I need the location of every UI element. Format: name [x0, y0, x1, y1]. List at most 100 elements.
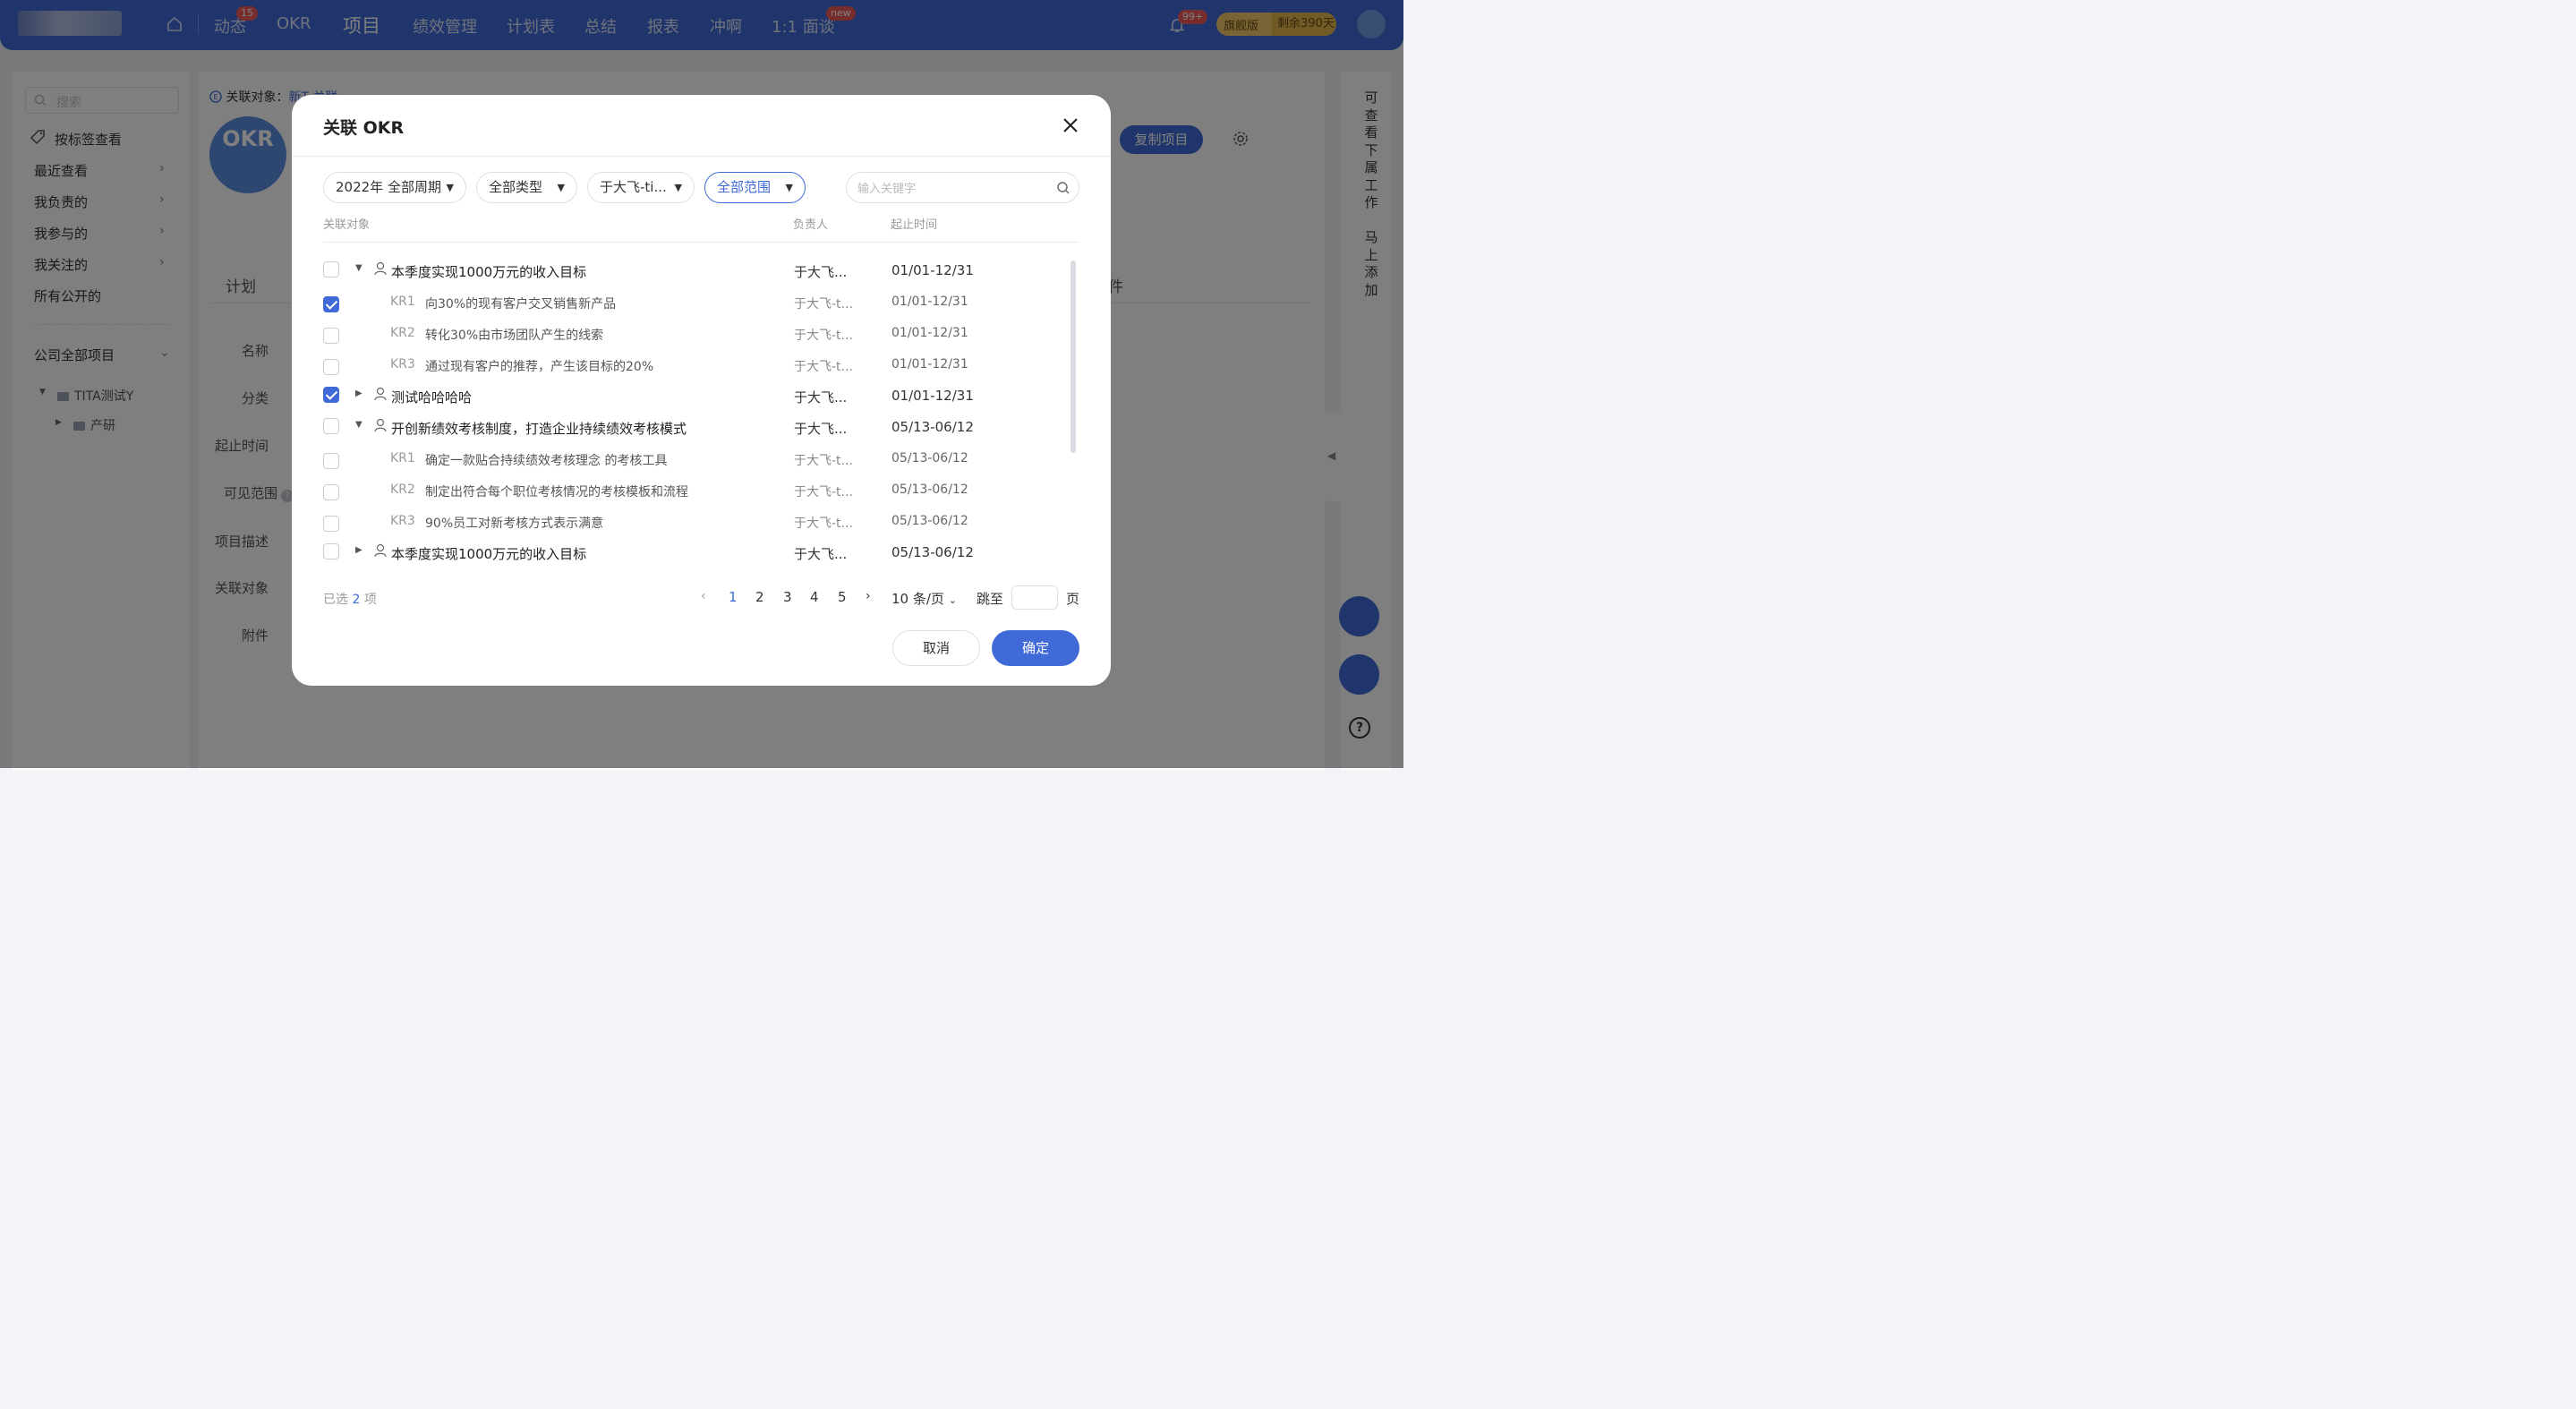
key-result-row[interactable]: KR1 确定一款贴合持续绩效考核理念 的考核工具 于大飞-t... 05/13-06/… — [323, 444, 1079, 475]
row-checkbox[interactable] — [323, 387, 339, 403]
row-owner: 于大飞-t... — [794, 329, 853, 343]
page-3[interactable]: 3 — [783, 589, 792, 605]
row-owner: 于大飞... — [794, 389, 848, 406]
cancel-button[interactable]: 取消 — [892, 630, 980, 666]
scope-filter[interactable]: 全部范围 ▼ — [704, 172, 806, 203]
row-date: 01/01-12/31 — [891, 295, 968, 309]
row-owner: 于大飞... — [794, 546, 848, 562]
scope-filter-value: 全部范围 — [717, 179, 772, 195]
link-okr-dialog: 关联 OKR 2022年 全部周期 ▼ 全部类型 ▼ 于大飞-ti... ▼ 全部范围… — [292, 95, 1111, 686]
key-result-row[interactable]: KR3 90%员工对新考核方式表示满意 于大飞-t... 05/13-06/12 — [323, 507, 1079, 538]
row-checkbox[interactable] — [323, 418, 339, 434]
row-owner: 于大飞... — [794, 264, 848, 280]
row-date: 05/13-06/12 — [891, 514, 968, 528]
page-size-value: 10 条/页 — [891, 591, 944, 607]
type-filter-value: 全部类型 — [489, 179, 543, 195]
kr-tag: KR3 — [390, 514, 415, 528]
row-checkbox[interactable] — [323, 359, 339, 375]
key-result-row[interactable]: KR2 转化30%由市场团队产生的线索 于大飞-t... 01/01-12/31 — [323, 319, 1079, 350]
period-filter-value: 2022年 全部周期 — [336, 179, 441, 195]
person-icon — [374, 261, 387, 276]
chevron-down-icon: ⌄ — [948, 594, 957, 606]
kr-title: 通过现有客户的推荐，产生该目标的20% — [425, 360, 654, 374]
row-date: 01/01-12/31 — [891, 262, 974, 278]
person-icon — [374, 387, 387, 401]
list-scrollbar[interactable] — [1070, 260, 1076, 453]
collapse-arrow-icon[interactable]: ▼ — [355, 263, 363, 273]
search-icon[interactable] — [1056, 181, 1070, 195]
owner-filter-value: 于大飞-ti... — [600, 179, 667, 195]
close-icon[interactable] — [1060, 115, 1081, 136]
objective-row[interactable]: ▶ 本季度实现1000万元的收入目标 于大飞... 05/13-06/12 — [323, 538, 1079, 569]
kr-tag: KR3 — [390, 357, 415, 371]
kr-title: 确定一款贴合持续绩效考核理念 的考核工具 — [425, 454, 668, 468]
objective-title: 本季度实现1000万元的收入目标 — [391, 546, 587, 562]
selected-suffix: 项 — [363, 593, 377, 607]
row-date: 05/13-06/12 — [891, 419, 974, 435]
expand-arrow-icon[interactable]: ▶ — [355, 389, 363, 398]
row-owner: 于大飞-t... — [794, 485, 853, 500]
header-object: 关联对象 — [323, 218, 371, 232]
page-4[interactable]: 4 — [810, 589, 819, 605]
row-date: 01/01-12/31 — [891, 326, 968, 340]
row-date: 05/13-06/12 — [891, 482, 968, 497]
keyword-input[interactable] — [857, 179, 1045, 197]
jump-page-input[interactable] — [1011, 585, 1058, 610]
kr-title: 制定出符合每个职位考核情况的考核模板和流程 — [425, 485, 688, 500]
selected-number: 2 — [352, 593, 361, 607]
row-date: 01/01-12/31 — [891, 357, 968, 371]
jump-label: 跳至 — [977, 591, 1004, 607]
page-5[interactable]: 5 — [838, 589, 847, 605]
kr-tag: KR2 — [390, 326, 415, 340]
key-result-row[interactable]: KR2 制定出符合每个职位考核情况的考核模板和流程 于大飞-t... 05/13-06… — [323, 475, 1079, 507]
row-owner: 于大飞-t... — [794, 360, 853, 374]
type-filter[interactable]: 全部类型 ▼ — [476, 172, 577, 203]
row-date: 05/13-06/12 — [891, 451, 968, 465]
key-result-row[interactable]: KR1 向30%的现有客户交叉销售新产品 于大飞-t... 01/01-12/31 — [323, 287, 1079, 319]
objective-row[interactable]: ▶ 测试哈哈哈哈 于大飞... 01/01-12/31 — [323, 381, 1079, 413]
caret-down-icon: ▼ — [785, 182, 793, 193]
row-checkbox[interactable] — [323, 543, 339, 559]
expand-arrow-icon[interactable]: ▶ — [355, 545, 363, 555]
prev-page-icon[interactable]: ‹ — [701, 589, 706, 603]
objective-row[interactable]: ▼ 本季度实现1000万元的收入目标 于大飞... 01/01-12/31 — [323, 256, 1079, 287]
header-divider — [323, 242, 1079, 243]
row-date: 01/01-12/31 — [891, 388, 974, 404]
dialog-title: 关联 OKR — [323, 118, 405, 138]
row-checkbox[interactable] — [323, 296, 339, 312]
row-date: 05/13-06/12 — [891, 544, 974, 560]
row-checkbox[interactable] — [323, 328, 339, 344]
row-owner: 于大飞... — [794, 421, 848, 437]
person-icon — [374, 418, 387, 432]
owner-filter[interactable]: 于大飞-ti... ▼ — [587, 172, 695, 203]
row-checkbox[interactable] — [323, 484, 339, 500]
header-time: 起止时间 — [891, 218, 938, 232]
page-label: 页 — [1066, 591, 1080, 607]
page-2[interactable]: 2 — [755, 589, 764, 605]
row-owner: 于大飞-t... — [794, 517, 853, 531]
row-owner: 于大飞-t... — [794, 454, 853, 468]
selected-prefix: 已选 — [323, 593, 348, 607]
kr-title: 90%员工对新考核方式表示满意 — [425, 517, 604, 531]
row-checkbox[interactable] — [323, 261, 339, 278]
page-size-select[interactable]: 10 条/页 ⌄ — [891, 589, 957, 608]
row-checkbox[interactable] — [323, 453, 339, 469]
objective-title: 本季度实现1000万元的收入目标 — [391, 264, 587, 280]
objective-title: 测试哈哈哈哈 — [391, 389, 473, 406]
caret-down-icon: ▼ — [557, 182, 565, 193]
dialog-divider — [292, 156, 1111, 157]
header-owner: 负责人 — [793, 218, 829, 232]
key-result-row[interactable]: KR3 通过现有客户的推荐，产生该目标的20% 于大飞-t... 01/01-12/3… — [323, 350, 1079, 381]
kr-tag: KR1 — [390, 451, 415, 465]
confirm-button[interactable]: 确定 — [992, 630, 1079, 666]
person-icon — [374, 543, 387, 558]
objective-row[interactable]: ▼ 开创新绩效考核制度，打造企业持续绩效考核模式 于大飞... 05/13-06/12 — [323, 413, 1079, 444]
collapse-arrow-icon[interactable]: ▼ — [355, 420, 363, 430]
kr-title: 转化30%由市场团队产生的线索 — [425, 329, 604, 343]
next-page-icon[interactable]: › — [866, 589, 871, 603]
page-1[interactable]: 1 — [729, 589, 738, 605]
caret-down-icon: ▼ — [446, 182, 454, 193]
keyword-search — [846, 172, 1079, 203]
row-checkbox[interactable] — [323, 516, 339, 532]
period-filter[interactable]: 2022年 全部周期 ▼ — [323, 172, 466, 203]
